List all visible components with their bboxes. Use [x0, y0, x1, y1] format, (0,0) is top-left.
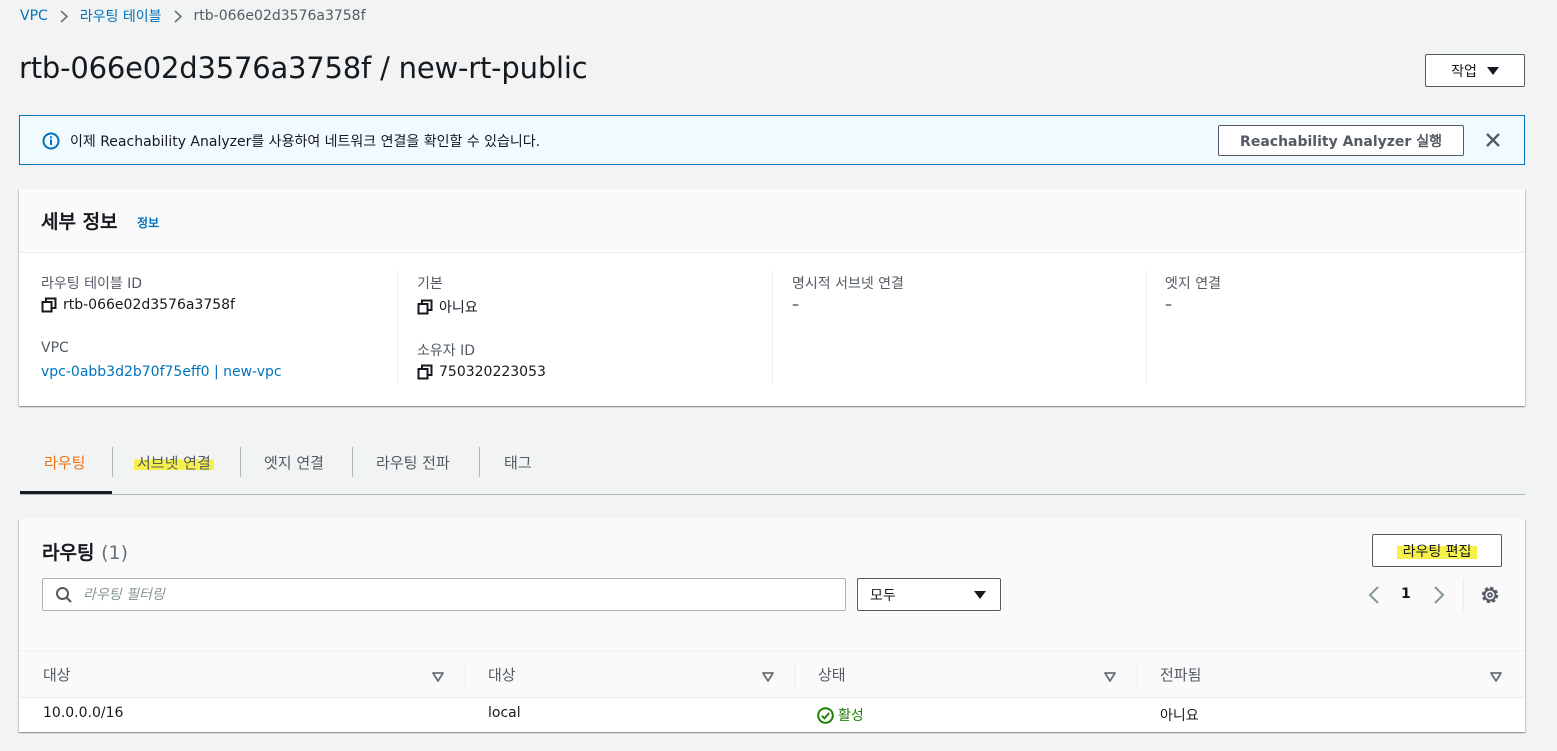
details-header [19, 189, 1525, 253]
chevron-left-icon[interactable] [1367, 585, 1381, 605]
info-icon [42, 132, 60, 154]
owner-id-value: 750320223053 [417, 364, 546, 380]
banner-message: 이제 Reachability Analyzer를 사용하여 네트워크 연결을 … [70, 134, 541, 150]
column-separator [465, 661, 466, 687]
cell-destination: 10.0.0.0/16 [43, 705, 124, 721]
explicit-subnet-value: – [792, 297, 799, 313]
routes-filter-select-value: 모두 [870, 587, 896, 604]
cell-propagated: 아니요 [1160, 708, 1199, 724]
owner-id-text: 750320223053 [439, 364, 546, 380]
tab-routes[interactable]: 라우팅 [44, 440, 85, 484]
copy-icon[interactable] [41, 297, 57, 313]
route-table-id-value: rtb-066e02d3576a3758f [41, 297, 235, 313]
details-title: 세부 정보 [41, 211, 118, 233]
column-divider [397, 271, 398, 383]
vpc-link[interactable]: vpc-0abb3d2b70f75eff0 | new-vpc [41, 364, 282, 380]
vpc-label: VPC [41, 340, 69, 356]
tab-separator [112, 447, 113, 477]
breadcrumb-current: rtb-066e02d3576a3758f [193, 8, 366, 24]
status-success-icon [817, 706, 834, 724]
edge-association-value: – [1165, 297, 1172, 313]
column-header-destination[interactable]: 대상 [43, 651, 71, 697]
pager-divider [1463, 579, 1464, 611]
routes-title: 라우팅 (1) [42, 538, 128, 565]
column-header-propagated[interactable]: 전파됨 [1160, 651, 1201, 697]
settings-icon[interactable] [1480, 585, 1500, 605]
info-banner: 이제 Reachability Analyzer를 사용하여 네트워크 연결을 … [19, 115, 1525, 165]
main-label: 기본 [417, 276, 443, 292]
main-value: 아니요 [417, 297, 478, 317]
copy-icon[interactable] [417, 299, 433, 315]
page-title: rtb-066e02d3576a3758f / new-rt-public [19, 51, 588, 85]
chevron-right-icon[interactable] [1432, 585, 1446, 605]
routes-filter-select[interactable]: 모두 [857, 578, 1001, 611]
copy-icon[interactable] [417, 364, 433, 380]
routes-filter-input[interactable] [83, 586, 783, 603]
tab-subnet-associations[interactable]: 서브넷 연결 [134, 440, 214, 484]
tab-separator [352, 447, 353, 477]
close-icon[interactable] [1483, 130, 1503, 150]
details-card: 세부 정보 정보 라우팅 테이블 ID rtb-066e02d3576a3758… [19, 189, 1525, 406]
owner-id-label: 소유자 ID [417, 343, 475, 359]
column-divider [772, 271, 773, 383]
tab-route-propagation[interactable]: 라우팅 전파 [376, 440, 450, 484]
explicit-subnet-label: 명시적 서브넷 연결 [792, 276, 904, 292]
column-header-target[interactable]: 대상 [488, 651, 516, 697]
column-divider [1146, 271, 1147, 383]
breadcrumb-route-tables[interactable]: 라우팅 테이블 [80, 6, 162, 26]
tab-separator [479, 447, 480, 477]
actions-label: 작업 [1451, 63, 1477, 80]
sort-icon[interactable] [1490, 668, 1502, 682]
edit-routes-button[interactable]: 라우팅 편집 [1372, 534, 1502, 567]
search-icon [56, 586, 72, 603]
cell-target: local [488, 705, 521, 721]
caret-down-icon [1486, 66, 1499, 75]
column-separator [1137, 661, 1138, 687]
chevron-right-icon [173, 9, 182, 23]
edge-association-label: 엣지 연결 [1165, 276, 1221, 292]
caret-down-icon [974, 590, 986, 599]
tab-edge-associations[interactable]: 엣지 연결 [264, 440, 324, 484]
cell-status-text: 활성 [838, 708, 864, 724]
cell-status: 활성 [817, 705, 864, 725]
sort-icon[interactable] [762, 668, 774, 682]
tab-tags[interactable]: 태그 [504, 440, 532, 484]
route-table-id-label: 라우팅 테이블 ID [41, 276, 143, 292]
reachability-analyzer-button[interactable]: Reachability Analyzer 실행 [1218, 125, 1464, 156]
main-value-text: 아니요 [439, 300, 478, 316]
routes-title-text: 라우팅 [42, 542, 95, 564]
sort-icon[interactable] [432, 668, 444, 682]
chevron-right-icon [60, 9, 68, 23]
column-separator [794, 661, 795, 687]
tab-subnet-associations-label: 서브넷 연결 [134, 451, 214, 473]
route-table-id-text: rtb-066e02d3576a3758f [63, 297, 235, 313]
page-number[interactable]: 1 [1401, 586, 1411, 602]
tabs-underline [20, 494, 1525, 495]
breadcrumb-vpc[interactable]: VPC [20, 8, 48, 24]
details-info-link[interactable]: 정보 [137, 214, 159, 231]
actions-dropdown-button[interactable]: 작업 [1425, 54, 1525, 87]
breadcrumb: VPC 라우팅 테이블 rtb-066e02d3576a3758f [20, 6, 366, 26]
sort-icon[interactable] [1104, 668, 1116, 682]
routes-count: (1) [101, 542, 128, 564]
routes-table-header: 대상 대상 상태 전파됨 [19, 650, 1525, 698]
routes-filter[interactable] [42, 578, 846, 611]
tab-separator [240, 447, 241, 477]
column-header-status[interactable]: 상태 [818, 651, 846, 697]
routes-card: 라우팅 (1) 라우팅 편집 모두 1 대상 대상 [19, 519, 1525, 732]
tab-bar: 라우팅 서브넷 연결 엣지 연결 라우팅 전파 태그 [20, 440, 1525, 496]
edit-routes-label: 라우팅 편집 [1396, 540, 1478, 561]
